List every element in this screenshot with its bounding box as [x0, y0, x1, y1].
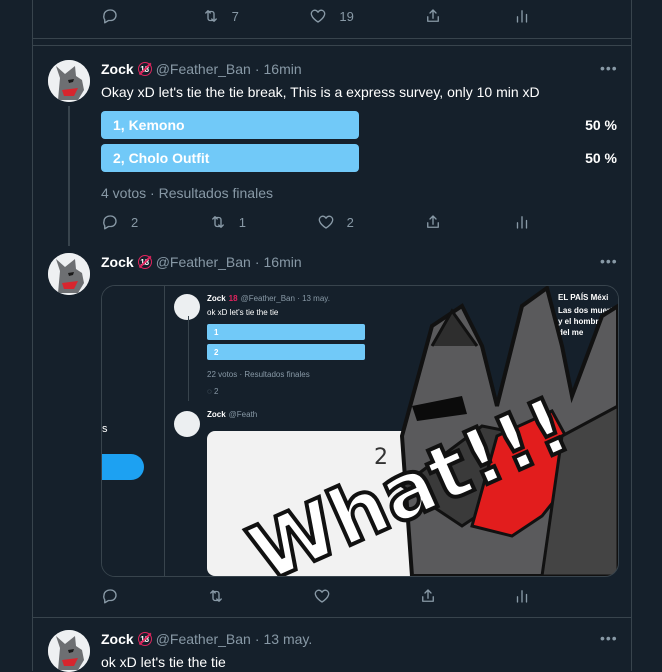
previous-tweet-actions: 7 19: [101, 6, 531, 26]
thread-connector: [68, 106, 70, 246]
user-handle[interactable]: @Feather_Ban: [156, 254, 251, 270]
analytics-icon: [516, 10, 528, 23]
retweet-icon: [204, 10, 217, 22]
retweet-button[interactable]: 7: [202, 7, 239, 25]
wolf-avatar-icon: [48, 60, 90, 102]
like-button[interactable]: 19: [309, 7, 354, 25]
reply-button[interactable]: 2: [101, 213, 138, 231]
tweet-actions: [101, 586, 531, 606]
adult-badge-icon: 18: [137, 62, 152, 76]
tweet-actions: 2 1 2: [101, 212, 531, 232]
poll-option-percent: 50 %: [585, 150, 617, 166]
avatar[interactable]: [48, 253, 90, 295]
reply-button[interactable]: [101, 587, 131, 605]
like-count: 2: [346, 214, 354, 230]
share-button[interactable]: [419, 587, 437, 605]
analytics-button[interactable]: [513, 587, 531, 605]
reply-icon: [103, 9, 117, 24]
analytics-button[interactable]: [513, 213, 531, 231]
timestamp[interactable]: 16min: [264, 254, 302, 270]
poll-option: 2, Cholo Outfit 50 %: [101, 144, 617, 172]
heart-icon: [314, 589, 330, 603]
like-count: 19: [339, 8, 354, 24]
more-options-icon[interactable]: •••: [600, 630, 618, 646]
analytics-icon: [516, 590, 528, 603]
display-name[interactable]: Zock: [101, 631, 134, 647]
wolf-sketch-illustration: What!!! 2: [235, 286, 618, 576]
retweet-icon: [211, 216, 224, 228]
more-options-icon[interactable]: •••: [600, 253, 618, 269]
display-name[interactable]: Zock: [101, 254, 134, 270]
share-icon: [427, 215, 440, 228]
timestamp[interactable]: 16min: [264, 61, 302, 77]
poll-option-label: 2, Cholo Outfit: [113, 150, 210, 166]
retweet-icon: [210, 590, 222, 602]
share-icon: [422, 589, 434, 602]
display-name[interactable]: Zock: [101, 61, 134, 77]
divider: [32, 38, 631, 39]
share-icon: [427, 9, 440, 22]
reply-icon: [103, 589, 117, 604]
separator-dot: ·: [254, 631, 260, 647]
tweet-header: Zock 18 @Feather_Ban · 16min: [101, 254, 302, 270]
heart-icon: [318, 215, 333, 229]
sketch-number: 2: [374, 445, 388, 470]
divider: [32, 45, 631, 46]
separator-dot: ·: [254, 254, 260, 270]
adult-badge-icon: 18: [137, 632, 152, 646]
retweet-count: 7: [231, 8, 239, 24]
adult-badge-icon: 18: [137, 255, 152, 269]
poll-option-percent: 50 %: [585, 117, 617, 133]
poll-option: 1, Kemono 50 %: [101, 111, 617, 139]
more-options-icon[interactable]: •••: [600, 60, 618, 76]
retweet-button[interactable]: 1: [209, 213, 246, 231]
divider: [32, 617, 631, 618]
analytics-button[interactable]: [513, 7, 531, 25]
user-handle[interactable]: @Feather_Ban: [156, 61, 251, 77]
user-handle[interactable]: @Feather_Ban: [156, 631, 251, 647]
analytics-icon: [516, 216, 528, 229]
badge-text: 18: [140, 257, 150, 267]
timestamp[interactable]: 13 may.: [264, 631, 313, 647]
share-button[interactable]: [424, 213, 442, 231]
tweet-text: Okay xD let's tie the tie break, This is…: [101, 84, 540, 100]
heart-icon: [310, 9, 326, 23]
wolf-avatar-icon: [48, 630, 90, 672]
tweet-header: Zock 18 @Feather_Ban · 16min: [101, 61, 302, 77]
separator-dot: ·: [254, 61, 260, 77]
share-button[interactable]: [424, 7, 442, 25]
avatar[interactable]: [48, 630, 90, 672]
like-button[interactable]: [313, 587, 343, 605]
tweet-header: Zock 18 @Feather_Ban · 13 may.: [101, 631, 312, 647]
reply-icon: [103, 215, 117, 230]
tweet-media-image[interactable]: s Zock 18 @Feather_Ban · 13 may. ok xD l…: [101, 285, 619, 577]
like-button[interactable]: 2: [317, 213, 354, 231]
wolf-avatar-icon: [48, 253, 90, 295]
avatar[interactable]: [48, 60, 90, 102]
badge-text: 18: [140, 634, 150, 644]
retweet-count: 1: [238, 214, 247, 230]
reply-button[interactable]: [101, 7, 131, 25]
poll-meta: 4 votos · Resultados finales: [101, 185, 273, 201]
retweet-button[interactable]: [207, 587, 237, 605]
reply-count: 2: [131, 214, 139, 230]
badge-text: 18: [140, 64, 150, 74]
poll-option-label: 1, Kemono: [113, 117, 185, 133]
tweet-text: ok xD let's tie the tie: [101, 654, 226, 670]
